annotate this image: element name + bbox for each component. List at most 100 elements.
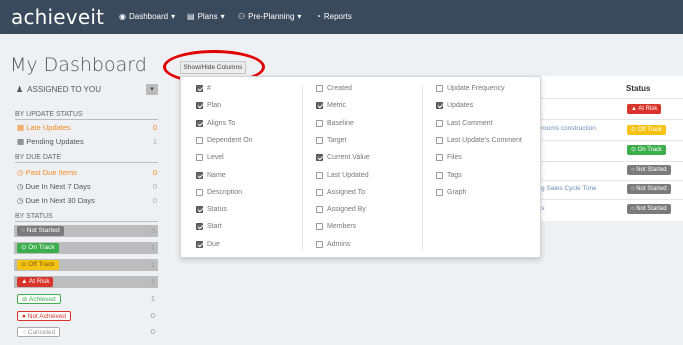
column-option-members[interactable]: Members (316, 223, 356, 231)
status-badge: ○ Not Started (627, 184, 671, 194)
checkbox-unchecked[interactable] (196, 154, 203, 162)
column-option-last-comment[interactable]: Last Comment (436, 119, 493, 127)
checkbox-checked[interactable] (196, 119, 203, 127)
warning-icon: ▲ (631, 106, 637, 112)
table-row-link[interactable]: s (541, 205, 544, 212)
column-option-dependent-on[interactable]: Dependent On (196, 136, 253, 144)
column-option-update-frequency[interactable]: Update Frequency (436, 85, 505, 92)
status-badge: ⊙ On Track (627, 145, 667, 155)
column-option-last-updated[interactable]: Last Updated (316, 171, 369, 179)
checkbox-unchecked[interactable] (316, 171, 323, 179)
sidebar-status-off-track[interactable]: ⊙ Off Track 1 (14, 259, 158, 271)
circle-icon: ○ (22, 329, 26, 336)
checkbox-unchecked[interactable] (316, 136, 323, 144)
sidebar-item-past-due[interactable]: ◷ Past Due Items 0 (17, 168, 157, 177)
top-nav-bar: achieveit ◉ Dashboard ▾ ▤ Plans ▾ ⚇ Pre-… (0, 0, 683, 34)
status-heading: BY STATUS (15, 213, 158, 222)
checkbox-unchecked[interactable] (436, 171, 443, 179)
sidebar-item-late-updates[interactable]: ▦ Late Updates 0 (17, 123, 157, 132)
checkbox-checked[interactable] (196, 240, 203, 248)
assigned-to-you-filter[interactable]: ♟ ASSIGNED TO YOU (16, 85, 101, 94)
nav-pre-planning[interactable]: ⚇ Pre-Planning ▾ (238, 12, 301, 21)
sidebar-item-due-30-days[interactable]: ◷ Due In Next 30 Days 0 (17, 196, 157, 205)
circle-icon: ○ (631, 206, 635, 212)
checkbox-unchecked[interactable] (196, 136, 203, 144)
column-option-updates[interactable]: Updates (436, 102, 473, 110)
column-option-aligns-to[interactable]: Aligns To (196, 119, 235, 127)
chevron-down-icon: ▾ (220, 12, 225, 21)
nav-plans[interactable]: ▤ Plans ▾ (187, 12, 225, 21)
column-option-due[interactable]: Due (196, 240, 220, 248)
column-option-description[interactable]: Description (196, 188, 242, 196)
column-option-target[interactable]: Target (316, 136, 346, 144)
column-option-current-value[interactable]: Current Value (316, 154, 370, 162)
table-row-link[interactable]: g Sales Cycle Time (541, 185, 597, 192)
checkbox-checked[interactable] (436, 102, 443, 110)
status-column-header[interactable]: Status (626, 84, 650, 93)
checkbox-unchecked[interactable] (436, 136, 443, 144)
checkbox-unchecked[interactable] (316, 206, 323, 214)
column-option-status[interactable]: Status (196, 206, 227, 214)
checkbox-checked[interactable] (316, 154, 323, 162)
sidebar-status-not-started[interactable]: ○ Not Started 3 (14, 225, 158, 237)
checkbox-checked[interactable] (196, 102, 203, 110)
column-option-metric[interactable]: Metric (316, 102, 346, 110)
column-option-[interactable]: # (196, 85, 211, 92)
column-divider (422, 85, 423, 251)
checkbox-unchecked[interactable] (316, 119, 323, 127)
assigned-dropdown-toggle[interactable]: ▾ (146, 84, 158, 95)
checkbox-unchecked[interactable] (316, 240, 323, 248)
column-option-files[interactable]: Files (436, 154, 462, 162)
column-option-start[interactable]: Start (196, 223, 222, 231)
column-option-tags[interactable]: Tags (436, 171, 462, 179)
table-row-link[interactable]: rooms construction (541, 125, 596, 132)
column-option-assigned-to[interactable]: Assigned To (316, 188, 365, 196)
checkbox-unchecked[interactable] (316, 188, 323, 196)
column-option-assigned-by[interactable]: Assigned By (316, 206, 366, 214)
column-option-name[interactable]: Name (196, 171, 226, 179)
status-badge: ○ Not Started (627, 165, 671, 175)
checkbox-checked[interactable] (196, 171, 203, 179)
checkbox-checked[interactable] (196, 85, 203, 92)
column-option-baseline[interactable]: Baseline (316, 119, 354, 127)
sidebar-status-not-achieved[interactable]: ● Not Achieved 0 (14, 310, 158, 322)
sidebar-status-at-risk[interactable]: ▲ At Risk 1 (14, 276, 158, 288)
sidebar-status-canceled[interactable]: ○ Canceled 0 (14, 326, 158, 338)
circle-icon: ○ (21, 227, 25, 234)
error-icon: ● (22, 313, 26, 320)
column-option-level[interactable]: Level (196, 154, 224, 162)
dashboard-icon: ◉ (119, 12, 126, 21)
checkbox-unchecked[interactable] (436, 119, 443, 127)
row-divider (540, 98, 683, 99)
check-circle-icon: ⊙ (21, 244, 27, 251)
nav-reports[interactable]: ◔ Reports (316, 12, 352, 21)
column-option-admins[interactable]: Admins (316, 240, 350, 248)
checkbox-checked[interactable] (316, 102, 323, 110)
reports-icon: ◔ (316, 12, 321, 21)
sidebar-item-pending-updates[interactable]: ▦ Pending Updates 1 (17, 137, 157, 146)
checkbox-unchecked[interactable] (316, 85, 323, 92)
column-option-plan[interactable]: Plan (196, 102, 221, 110)
checkbox-checked[interactable] (196, 206, 203, 214)
app-logo[interactable]: achieveit (11, 5, 104, 29)
checkbox-unchecked[interactable] (436, 85, 443, 92)
chevron-down-icon: ▾ (297, 12, 302, 21)
sidebar-status-achieved[interactable]: ⊘ Achieved 1 (14, 293, 158, 305)
nav-dashboard[interactable]: ◉ Dashboard ▾ (119, 12, 175, 21)
column-option-last-update-s-comment[interactable]: Last Update's Comment (436, 136, 522, 144)
column-option-graph[interactable]: Graph (436, 188, 466, 196)
checkbox-unchecked[interactable] (436, 154, 443, 162)
calendar-icon: ▦ (17, 123, 25, 132)
chevron-down-icon: ▾ (150, 86, 154, 93)
target-icon: ⊙ (21, 261, 27, 268)
checkbox-unchecked[interactable] (196, 188, 203, 196)
sidebar-item-due-7-days[interactable]: ◷ Due In Next 7 Days 0 (17, 182, 157, 191)
row-divider (540, 119, 683, 120)
page-title: My Dashboard (10, 54, 147, 76)
checkbox-unchecked[interactable] (316, 223, 323, 231)
checkbox-checked[interactable] (196, 223, 203, 231)
update-status-heading: BY UPDATE STATUS (15, 111, 158, 120)
sidebar-status-on-track[interactable]: ⊙ On Track 1 (14, 242, 158, 254)
column-option-created[interactable]: Created (316, 85, 352, 92)
checkbox-unchecked[interactable] (436, 188, 443, 196)
